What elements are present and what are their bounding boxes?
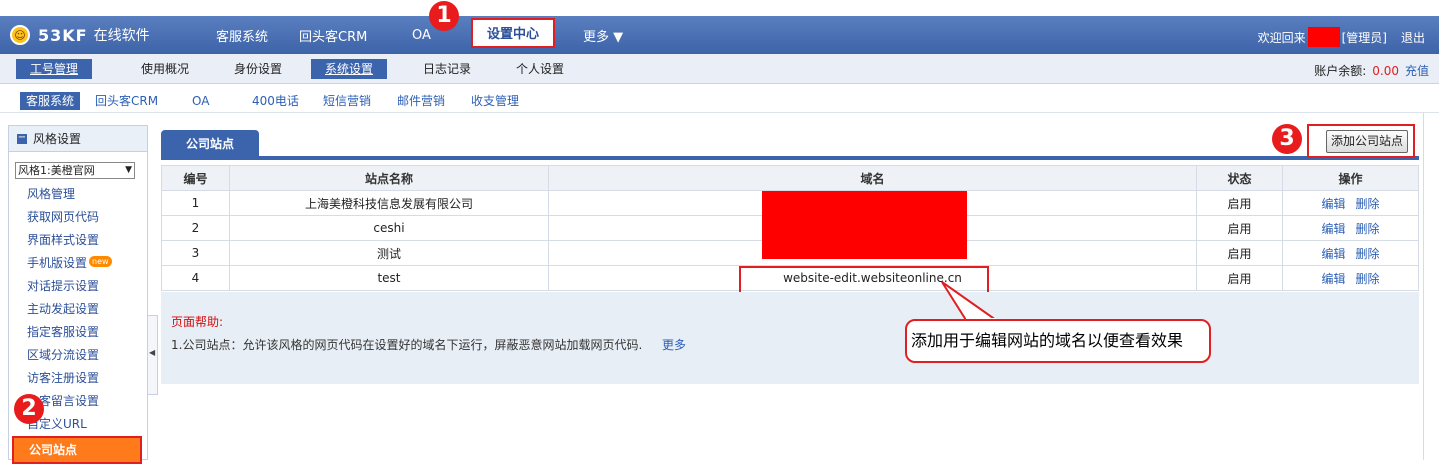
logout-link[interactable]: 退出 (1401, 29, 1425, 46)
row-name: test (229, 265, 549, 291)
product-item-crm[interactable]: 回头客CRM (95, 92, 158, 110)
product-item-finance[interactable]: 收支管理 (471, 92, 519, 110)
col-domain: 域名 (548, 165, 1197, 191)
product-item-sms[interactable]: 短信营销 (323, 92, 371, 110)
welcome-role: [管理员] (1341, 30, 1387, 45)
step-badge-2: 2 (14, 394, 44, 424)
brand-subtitle: 在线软件 (93, 28, 150, 44)
topnav-item-crm[interactable]: 回头客CRM (299, 26, 367, 45)
step-badge-3: 3 (1272, 124, 1302, 154)
balance-label: 账户余额: (1314, 64, 1367, 78)
edit-link[interactable]: 编辑 (1321, 197, 1345, 211)
sidebar-collapse-handle[interactable]: ◀ (148, 315, 158, 395)
row-actions: 编辑 删除 (1282, 215, 1419, 241)
edit-link[interactable]: 编辑 (1321, 222, 1345, 236)
welcome-area: 欢迎回来 [管理员] 退出 (1258, 27, 1425, 47)
style-select-value: 风格1:美橙官网 (18, 164, 95, 177)
scrollbar-track[interactable] (1423, 113, 1424, 460)
subnav-item-logs[interactable]: 日志记录 (423, 59, 471, 79)
brand-name: 53KF (38, 25, 88, 45)
subnav-item-identity[interactable]: 身份设置 (234, 59, 282, 79)
sidebar-header[interactable]: − 风格设置 (9, 126, 147, 152)
col-name: 站点名称 (229, 165, 549, 191)
table-header-row: 编号 站点名称 域名 状态 操作 (161, 165, 1419, 191)
subnav-item-usage[interactable]: 使用概况 (141, 59, 189, 79)
edit-link[interactable]: 编辑 (1321, 247, 1345, 261)
row-id: 3 (161, 240, 230, 266)
tab-bar: 公司站点 (161, 128, 1419, 160)
row-status: 启用 (1196, 265, 1283, 291)
account-balance: 账户余额: 0.00 充值 (1314, 62, 1429, 79)
sidebar-item-mobile-label: 手机版设置 (27, 256, 88, 270)
row-name: ceshi (229, 215, 549, 241)
callout-pointer (941, 281, 1000, 322)
collapse-minus-icon[interactable]: − (17, 132, 27, 144)
balance-value: 0.00 (1372, 64, 1399, 78)
subnav-item-system[interactable]: 系统设置 (311, 59, 388, 79)
row-status: 启用 (1196, 215, 1283, 241)
row-actions: 编辑 删除 (1282, 190, 1419, 216)
product-item-400[interactable]: 400电话 (252, 92, 299, 110)
product-item-email[interactable]: 邮件营销 (397, 92, 445, 110)
row-status: 启用 (1196, 240, 1283, 266)
row-id: 1 (161, 190, 230, 216)
row-name: 上海美橙科技信息发展有限公司 (229, 190, 549, 216)
help-more-link[interactable]: 更多 (662, 336, 686, 353)
subnav-item-account[interactable]: 工号管理 (16, 59, 93, 79)
sidebar-item-region-routing[interactable]: 区域分流设置 (27, 344, 112, 367)
row-id: 2 (161, 215, 230, 241)
topnav-item-kefu[interactable]: 客服系统 (216, 26, 268, 45)
topnav-item-more[interactable]: 更多 ▼ (583, 26, 623, 45)
style-select[interactable]: 风格1:美橙官网 ▼ (15, 162, 135, 179)
arrow-left-icon: ◀ (149, 348, 156, 357)
row-status: 启用 (1196, 190, 1283, 216)
sidebar-item-mobile[interactable]: 手机版设置 new (27, 252, 112, 275)
col-id: 编号 (161, 165, 230, 191)
sidebar-item-assign-agent[interactable]: 指定客服设置 (27, 321, 112, 344)
topnav-item-settings[interactable]: 设置中心 (471, 18, 556, 48)
sidebar-item-get-code[interactable]: 获取网页代码 (27, 206, 112, 229)
sidebar-item-dialog-tips[interactable]: 对话提示设置 (27, 275, 112, 298)
help-title: 页面帮助: (171, 315, 224, 329)
row-name: 测试 (229, 240, 549, 266)
new-badge: new (89, 256, 112, 267)
product-item-kefu[interactable]: 客服系统 (20, 92, 81, 110)
redacted-username (1307, 27, 1340, 47)
annotation-callout: 添加用于编辑网站的域名以便查看效果 (905, 319, 1211, 363)
secondary-nav: 工号管理 使用概况 身份设置 系统设置 日志记录 个人设置 账户余额: 0.00 充… (0, 54, 1439, 84)
row-id: 4 (161, 265, 230, 291)
delete-link[interactable]: 删除 (1356, 222, 1380, 236)
sidebar-item-ui-style[interactable]: 界面样式设置 (27, 229, 112, 252)
sidebar-item-style-manage[interactable]: 风格管理 (27, 183, 112, 206)
topnav-item-oa[interactable]: OA (412, 28, 431, 43)
tab-company-site[interactable]: 公司站点 (161, 130, 259, 158)
sidebar-item-visitor-register[interactable]: 访客注册设置 (27, 367, 112, 390)
product-nav: 客服系统 回头客CRM OA 400电话 短信营销 邮件营销 收支管理 (0, 87, 1439, 113)
col-status: 状态 (1196, 165, 1283, 191)
step-badge-1: 1 (429, 1, 459, 31)
chevron-down-icon: ▼ (125, 165, 132, 175)
add-company-site-button[interactable]: 添加公司站点 (1326, 130, 1408, 153)
recharge-link[interactable]: 充值 (1405, 64, 1429, 78)
row-actions: 编辑 删除 (1282, 265, 1419, 291)
page-help: 页面帮助: 1.公司站点：允许该风格的网页代码在设置好的域名下运行，屏蔽恶意网站… (161, 292, 1419, 384)
smiley-logo-icon: ☺ (10, 25, 30, 45)
sidebar-item-proactive[interactable]: 主动发起设置 (27, 298, 112, 321)
row-actions: 编辑 删除 (1282, 240, 1419, 266)
redacted-domains (762, 191, 967, 259)
edit-link[interactable]: 编辑 (1321, 272, 1345, 286)
sidebar-title: 风格设置 (33, 132, 82, 146)
delete-link[interactable]: 删除 (1356, 247, 1380, 261)
delete-link[interactable]: 删除 (1356, 272, 1380, 286)
logo[interactable]: ☺ 53KF 在线软件 (10, 24, 150, 46)
welcome-prefix: 欢迎回来 (1257, 30, 1306, 45)
product-item-oa[interactable]: OA (192, 92, 209, 110)
col-actions: 操作 (1282, 165, 1419, 191)
delete-link[interactable]: 删除 (1356, 197, 1380, 211)
subnav-item-personal[interactable]: 个人设置 (516, 59, 564, 79)
help-text: 1.公司站点：允许该风格的网页代码在设置好的域名下运行，屏蔽恶意网站加载网页代码… (171, 338, 643, 352)
top-bar: ☺ 53KF 在线软件 客服系统 回头客CRM OA 设置中心 更多 ▼ 欢迎回… (0, 16, 1439, 54)
